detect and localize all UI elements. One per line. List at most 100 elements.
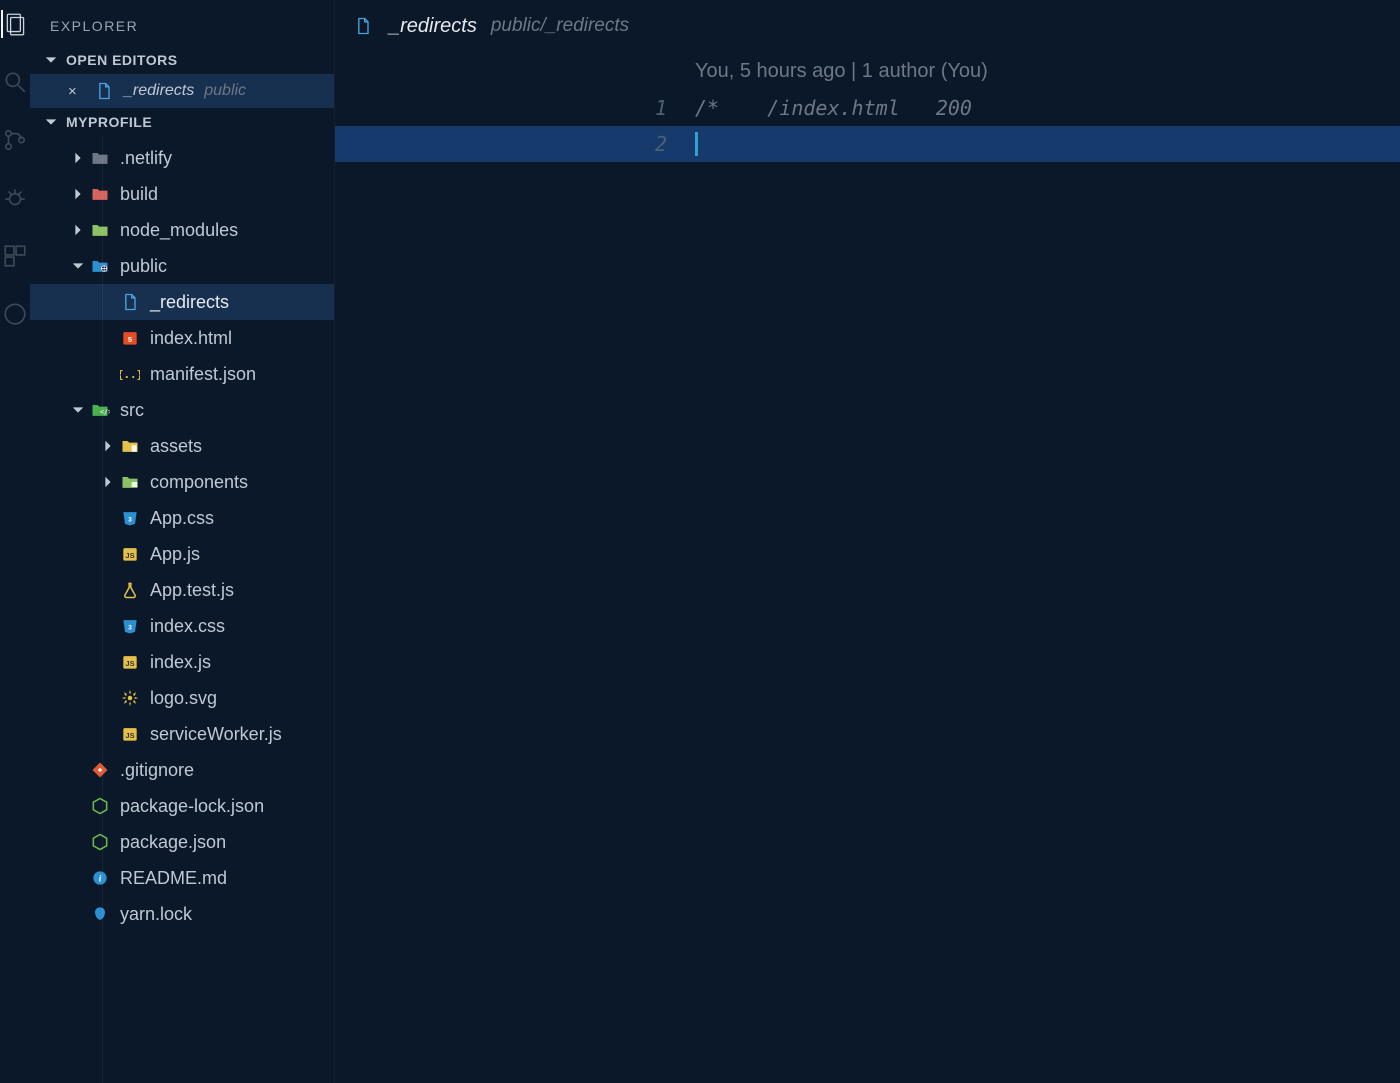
explorer-title: EXPLORER (30, 0, 334, 46)
file-row[interactable]: 3 App.css (30, 500, 334, 536)
folder-row[interactable]: components (30, 464, 334, 500)
tree-item-label: assets (150, 436, 202, 457)
tab-filename: _redirects (389, 15, 477, 38)
activity-debug-icon[interactable] (1, 184, 29, 212)
gitlens-annotation[interactable]: You, 5 hours ago | 1 author (You) (335, 52, 1400, 90)
file-icon (353, 16, 375, 36)
close-icon[interactable]: × (68, 83, 84, 100)
yarn-icon (88, 904, 112, 924)
code-line[interactable]: 1/* /index.html 200 (335, 90, 1400, 126)
file-row[interactable]: yarn.lock (30, 896, 334, 932)
file-row[interactable]: logo.svg (30, 680, 334, 716)
tree-item-label: README.md (120, 868, 227, 889)
tree-item-label: yarn.lock (120, 904, 192, 925)
tree-item-label: public (120, 256, 167, 277)
activity-extensions-icon[interactable] (1, 242, 29, 270)
tree-item-label: index.js (150, 652, 211, 673)
css-icon: 3 (118, 616, 142, 636)
file-row[interactable]: JSApp.js (30, 536, 334, 572)
code-editor[interactable]: 1/* /index.html 200 2 (335, 90, 1400, 1083)
tree-item-label: App.css (150, 508, 214, 529)
file-icon (94, 81, 114, 101)
svg-text:3: 3 (128, 624, 132, 631)
svg-text:JS: JS (125, 659, 134, 668)
folder-row[interactable]: node_modules (30, 212, 334, 248)
info-icon: i (88, 868, 112, 888)
line-number: 2 (335, 132, 695, 156)
file-row[interactable]: package.json (30, 824, 334, 860)
folder-red-icon (88, 184, 112, 204)
tree-item-label: index.html (150, 328, 232, 349)
folder-row[interactable]: assets (30, 428, 334, 464)
file-row[interactable]: {..}manifest.json (30, 356, 334, 392)
tree-item-label: serviceWorker.js (150, 724, 282, 745)
tree-item-label: node_modules (120, 220, 238, 241)
css-icon: 3 (118, 508, 142, 528)
activity-bar (0, 0, 30, 1083)
file-row[interactable]: _redirects (30, 284, 334, 320)
chevron-right-icon (68, 151, 88, 165)
editor-area: _redirects public/_redirects You, 5 hour… (335, 0, 1400, 1083)
folder-row[interactable]: public (30, 248, 334, 284)
tree-item-label: package-lock.json (120, 796, 264, 817)
tree-item-label: logo.svg (150, 688, 217, 709)
tree-item-label: components (150, 472, 248, 493)
tree-item-label: _redirects (150, 292, 229, 313)
folder-row[interactable]: .netlify (30, 140, 334, 176)
chevron-right-icon (98, 439, 118, 453)
code-text: /* /index.html 200 (695, 96, 972, 120)
svg-text:JS: JS (125, 731, 134, 740)
file-row[interactable]: 3index.css (30, 608, 334, 644)
file-row[interactable]: JS serviceWorker.js (30, 716, 334, 752)
js-icon: JS (118, 652, 142, 672)
js-icon: JS (118, 544, 142, 564)
file-row[interactable]: i README.md (30, 860, 334, 896)
tree-item-label: src (120, 400, 144, 421)
activity-remote-icon[interactable] (1, 300, 29, 328)
svg-text:3: 3 (128, 516, 132, 523)
activity-files-icon[interactable] (1, 10, 29, 38)
node-icon (88, 832, 112, 852)
open-editor-name: _redirects (124, 82, 194, 100)
tree-item-label: build (120, 184, 158, 205)
git-icon (88, 760, 112, 780)
svg-text:</>: </> (100, 408, 110, 416)
folder-src-icon: </> (88, 400, 112, 420)
explorer-sidebar: EXPLORER OPEN EDITORS × _redirects publi… (30, 0, 335, 1083)
folder-row[interactable]: build (30, 176, 334, 212)
chevron-down-icon (44, 53, 58, 67)
file-row[interactable]: JS index.js (30, 644, 334, 680)
svg-icon (118, 688, 142, 708)
svg-text:5: 5 (128, 335, 132, 344)
chevron-down-icon (68, 259, 88, 273)
open-editor-item[interactable]: × _redirects public (30, 74, 334, 108)
tree-item-label: .netlify (120, 148, 172, 169)
tree-item-label: App.test.js (150, 580, 234, 601)
json-braces-icon: {..} (118, 364, 142, 384)
text-cursor (695, 132, 698, 156)
open-editor-path: public (204, 82, 246, 100)
tree-item-label: package.json (120, 832, 226, 853)
activity-scm-icon[interactable] (1, 126, 29, 154)
folder-row[interactable]: </> src (30, 392, 334, 428)
file-tree: .netlify build node_modulespublic _redirect… (30, 136, 334, 1083)
code-line[interactable]: 2 (335, 126, 1400, 162)
chevron-right-icon (68, 223, 88, 237)
chevron-down-icon (44, 115, 58, 129)
folder-globe-icon (88, 256, 112, 276)
svg-text:i: i (99, 873, 102, 883)
node-icon (88, 796, 112, 816)
editor-tab[interactable]: _redirects public/_redirects (335, 0, 1400, 52)
file-row[interactable]: package-lock.json (30, 788, 334, 824)
flask-icon (118, 580, 142, 600)
open-editors-header[interactable]: OPEN EDITORS (30, 46, 334, 74)
svg-text:JS: JS (125, 551, 134, 560)
folder-assets-icon (118, 436, 142, 456)
file-row[interactable]: .gitignore (30, 752, 334, 788)
svg-text:{..}: {..} (120, 368, 140, 381)
file-row[interactable]: App.test.js (30, 572, 334, 608)
file-row[interactable]: 5 index.html (30, 320, 334, 356)
chevron-right-icon (98, 475, 118, 489)
activity-search-icon[interactable] (1, 68, 29, 96)
project-header[interactable]: MYPROFILE (30, 108, 334, 136)
